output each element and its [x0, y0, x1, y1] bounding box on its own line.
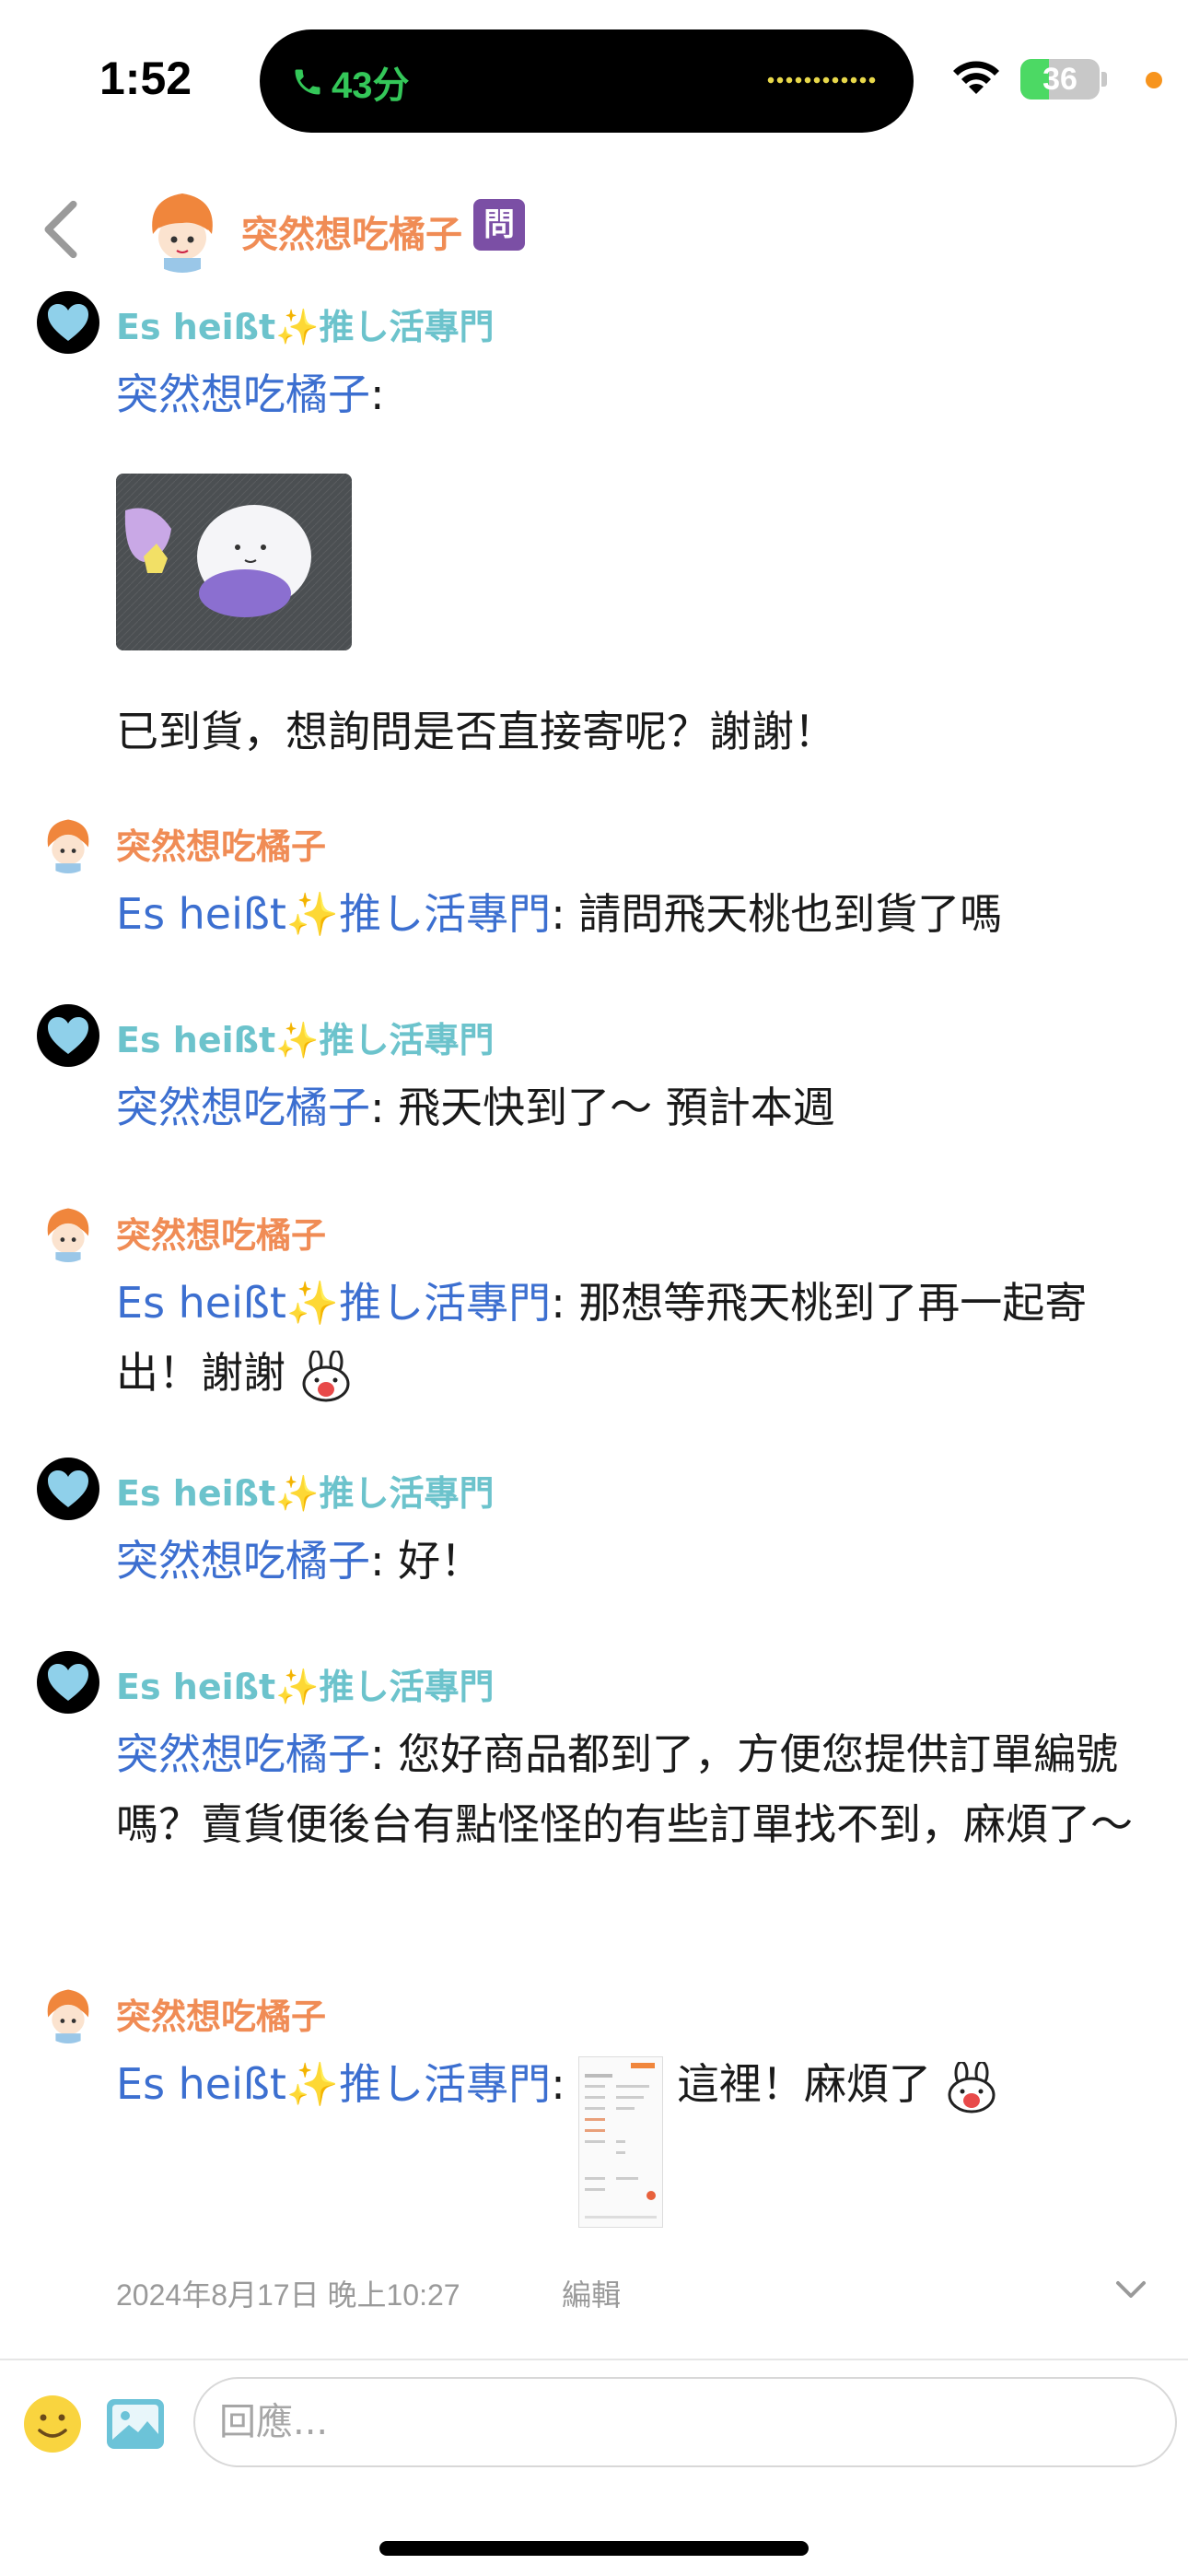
order-screenshot-thumbnail[interactable] [578, 2056, 664, 2228]
dynamic-island[interactable]: 43分 [260, 29, 914, 133]
back-chevron-icon[interactable] [33, 197, 88, 262]
battery-indicator: 36 [1020, 59, 1100, 100]
product-photo[interactable] [116, 474, 352, 650]
avatar-tz[interactable] [37, 1200, 99, 1262]
mention-link[interactable]: 突然想吃橘子 [116, 369, 370, 419]
reply-input[interactable] [193, 2377, 1177, 2467]
image-icon[interactable] [105, 2394, 166, 2454]
bunny-emoji-icon [948, 2061, 996, 2113]
message-header-line: 突然想吃橘子: [116, 359, 1147, 429]
battery-level: 36 [1042, 62, 1077, 97]
message-text: 飛天快到了～ 預計本週 [384, 1083, 835, 1132]
status-bar: 1:52 43分 36 [0, 0, 1188, 147]
message-text-line: 突然想吃橘子: 您好商品都到了，方便您提供訂單編號嗎？賣貨便後台有點怪怪的有些訂… [116, 1719, 1138, 1859]
sender-name[interactable]: 突然想吃橘子 [116, 1988, 326, 2039]
home-indicator[interactable] [379, 2541, 809, 2556]
anime-girl-avatar-icon [136, 181, 228, 273]
sender-name[interactable]: 突然想吃橘子 [116, 818, 326, 869]
mention-link[interactable]: Es heißt✨推し活專門 [116, 2059, 551, 2109]
sender-name[interactable]: 突然想吃橘子 [116, 1207, 326, 1258]
heart-avatar-icon [48, 1470, 88, 1507]
mention-link[interactable]: Es heißt✨推し活專門 [116, 889, 551, 939]
thread-meta: 2024年8月17日 晚上10:27 編輯 [116, 2268, 1151, 2314]
mention-separator: : [370, 1536, 385, 1586]
mention-link[interactable]: Es heißt✨推し活專門 [116, 1278, 551, 1328]
phone-icon [295, 69, 320, 95]
sender-name[interactable]: Es heißt✨推し活專門 [116, 1012, 494, 1062]
message-text: 請問飛天桃也到貨了嗎 [565, 889, 1003, 939]
sender-name[interactable]: Es heißt✨推し活專門 [116, 1465, 494, 1516]
mention-separator: : [370, 1729, 385, 1779]
message-text-line: 突然想吃橘子: 飛天快到了～ 預計本週 [116, 1072, 1147, 1142]
status-time: 1:52 [99, 53, 192, 104]
mention-separator: : [551, 1278, 565, 1328]
edit-button[interactable]: 編輯 [562, 2272, 621, 2314]
message-text-line: Es heißt✨推し活專門: 那想等飛天桃到了再一起寄出！謝謝 [116, 1268, 1147, 1408]
sender-name[interactable]: Es heißt✨推し活專門 [116, 299, 494, 349]
smiley-icon[interactable] [22, 2394, 83, 2454]
call-duration: 43分 [332, 65, 410, 106]
mention-separator: : [551, 889, 565, 939]
message-text: 好！ [384, 1536, 483, 1586]
message-text-line: Es heißt✨推し活專門: 請問飛天桃也到貨了嗎 [116, 879, 1147, 949]
avatar-tz[interactable] [37, 811, 99, 873]
mention-separator: : [551, 2059, 565, 2109]
heart-avatar-icon [48, 1017, 88, 1054]
avatar-es[interactable] [37, 1004, 99, 1067]
heart-avatar-icon [48, 304, 88, 341]
battery-cap [1101, 72, 1107, 87]
chat-header: 突然想吃橘子 問 [0, 166, 1188, 286]
composer-divider [0, 2359, 1188, 2360]
anime-girl-avatar-icon [37, 811, 99, 873]
wifi-icon [953, 61, 999, 94]
document-preview-icon [585, 2063, 658, 2219]
audio-waveform [766, 76, 877, 85]
message-text-line: 突然想吃橘子: 好！ [116, 1526, 1147, 1596]
mention-link[interactable]: 突然想吃橘子 [116, 1083, 370, 1132]
avatar-es[interactable] [37, 1458, 99, 1520]
mention-separator: : [370, 1083, 385, 1132]
plush-photo-icon [116, 474, 352, 650]
avatar-es[interactable] [37, 1651, 99, 1714]
message-text: 已到貨，想詢問是否直接寄呢？謝謝！ [116, 707, 836, 756]
mention-link[interactable]: 突然想吃橘子 [116, 1536, 370, 1586]
sender-name[interactable]: Es heißt✨推し活專門 [116, 1658, 494, 1709]
call-indicator: 43分 [291, 55, 410, 109]
anime-girl-avatar-icon [37, 1981, 99, 2043]
chevron-down-icon[interactable] [1111, 2268, 1151, 2309]
header-title[interactable]: 突然想吃橘子 [241, 205, 462, 258]
heart-avatar-icon [48, 1664, 88, 1701]
avatar-es[interactable] [37, 291, 99, 354]
mention-separator: : [370, 369, 385, 419]
question-badge: 問 [473, 199, 525, 251]
bunny-emoji-icon [302, 1350, 350, 1401]
mention-link[interactable]: 突然想吃橘子 [116, 1729, 370, 1779]
message-text-line: Es heißt✨推し活專門: 這裡！麻煩了 [116, 2049, 1147, 2228]
timestamp: 2024年8月17日 晚上10:27 [116, 2278, 460, 2312]
avatar-tz[interactable] [37, 1981, 99, 2043]
message-text: 這裡！麻煩了 [676, 2059, 931, 2109]
anime-girl-avatar-icon [37, 1200, 99, 1262]
header-avatar[interactable] [136, 181, 228, 273]
privacy-indicator-dot [1146, 72, 1162, 88]
